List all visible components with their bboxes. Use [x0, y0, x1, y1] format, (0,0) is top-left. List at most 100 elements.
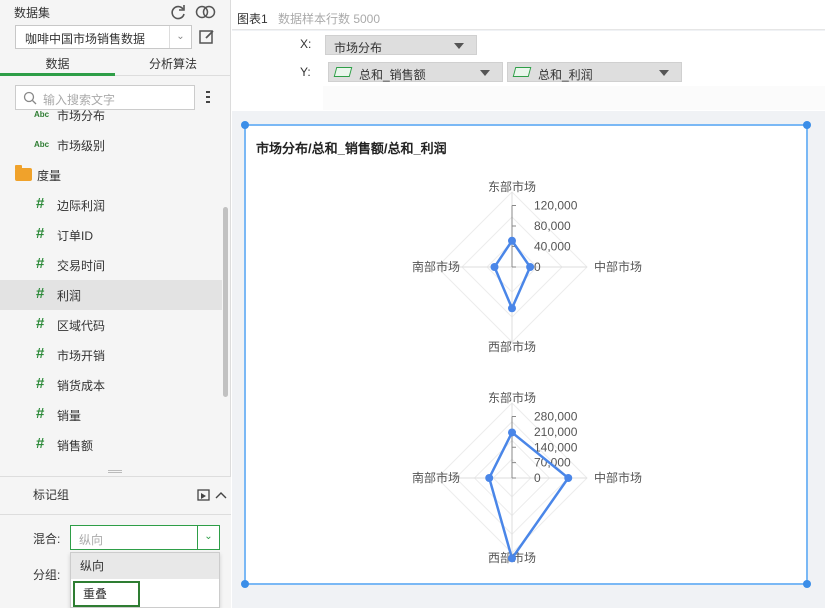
- dataset-value: 咖啡中国市场销售数据: [25, 32, 146, 46]
- radar-category-label: 南部市场: [412, 470, 460, 485]
- field-label: 销售额: [57, 439, 94, 453]
- chart-canvas[interactable]: 市场分布/总和_销售额/总和_利润 0 40,000 80,000 120,000 东部…: [241, 121, 811, 588]
- measure-hash-icon: #: [36, 405, 45, 422]
- radar-tick-label: 40,000: [534, 240, 571, 254]
- radar-data-point: [508, 304, 516, 313]
- search-icon: [23, 91, 37, 105]
- radar-data-point: [508, 236, 516, 245]
- field-item[interactable]: # 市场开销: [0, 340, 222, 370]
- field-item[interactable]: # 交易时间: [0, 250, 222, 280]
- field-item-selected[interactable]: # 利润: [0, 280, 222, 310]
- radar-data-point: [485, 474, 494, 482]
- resize-handle[interactable]: [108, 470, 122, 473]
- radar-tick-label: 0: [534, 471, 541, 485]
- field-item[interactable]: # 销量: [0, 400, 222, 430]
- measure-folder[interactable]: 度量: [0, 160, 222, 190]
- refresh-icon[interactable]: [169, 3, 187, 21]
- tab-algorithms[interactable]: 分析算法: [115, 53, 231, 76]
- field-tree: Abc 市场分布 Abc 市场级别 度量 # 边际利润 # 订单ID # 交易时间 # 利润…: [0, 105, 222, 465]
- x-axis-dropzone[interactable]: 市场分布: [323, 34, 708, 56]
- field-item[interactable]: # 订单ID: [0, 220, 222, 250]
- panel-tabs: 数据 分析算法: [0, 53, 231, 76]
- chart-header: 图表1 数据样本行数 5000: [232, 0, 825, 30]
- resize-handle[interactable]: [241, 580, 249, 588]
- y-field-label: 总和_销售额: [359, 68, 426, 82]
- tree-scrollbar[interactable]: [223, 207, 228, 397]
- y-field-label: 总和_利润: [538, 68, 593, 82]
- field-label: 销量: [57, 409, 82, 423]
- mix-select[interactable]: 纵向 ⌄: [70, 525, 220, 550]
- mix-dropdown: 纵向 重叠: [70, 552, 220, 608]
- field-label: 利润: [57, 289, 82, 303]
- field-item[interactable]: Abc 市场级别: [0, 130, 222, 160]
- radar-tick-label: 280,000: [534, 410, 578, 424]
- radar-marker-icon: [512, 67, 532, 77]
- field-item[interactable]: # 边际利润: [0, 190, 222, 220]
- folder-icon: [15, 165, 32, 181]
- field-label: 销货成本: [57, 379, 106, 393]
- radar-category-label: 东部市场: [488, 179, 536, 194]
- axis-config: X: 市场分布 Y: 总和_销售额 总和_利润: [232, 31, 825, 111]
- y-field-pill[interactable]: 总和_利润: [507, 62, 682, 82]
- radar-data-point: [508, 428, 516, 437]
- measure-hash-icon: #: [36, 285, 45, 302]
- x-field-label: 市场分布: [334, 41, 383, 55]
- y-field-pill[interactable]: 总和_销售额: [328, 62, 503, 82]
- radar-tick-label: 70,000: [534, 456, 571, 470]
- radar-data-point: [508, 554, 516, 563]
- sample-count: 数据样本行数 5000: [278, 12, 381, 26]
- field-label: 市场分布: [57, 109, 106, 123]
- tag-icon[interactable]: [197, 489, 211, 501]
- divider: [0, 514, 231, 515]
- folder-label: 度量: [37, 169, 62, 183]
- mark-group-title: 标记组: [33, 488, 70, 502]
- field-label: 市场开销: [57, 349, 106, 363]
- field-label: 市场级别: [57, 139, 106, 153]
- measure-hash-icon: #: [36, 375, 45, 392]
- radar-tick-label: 210,000: [534, 425, 578, 439]
- edit-icon[interactable]: [198, 28, 216, 46]
- x-field-pill[interactable]: 市场分布: [325, 35, 477, 55]
- radar-tick-label: 140,000: [534, 440, 578, 454]
- radar-charts: 040,00080,000120,000东部市场中部市场西部市场南部市场070,…: [412, 179, 642, 565]
- radar-tick-label: 80,000: [534, 219, 571, 233]
- measure-hash-icon: #: [36, 195, 45, 212]
- dataset-label: 数据集: [14, 6, 51, 20]
- dataset-header: 数据集: [0, 0, 231, 24]
- field-item[interactable]: # 销货成本: [0, 370, 222, 400]
- chevron-down-icon[interactable]: ⌄: [169, 26, 191, 48]
- dropdown-option-overlap[interactable]: 重叠: [73, 581, 140, 607]
- more-menu-icon[interactable]: [204, 90, 212, 104]
- field-item[interactable]: # 区域代码: [0, 310, 222, 340]
- field-item[interactable]: # 销售额: [0, 430, 222, 460]
- caret-down-icon[interactable]: [480, 70, 490, 76]
- dimension-badge: Abc: [34, 140, 50, 149]
- group-label: 分组:: [33, 568, 61, 582]
- radar-data-point: [526, 263, 535, 271]
- caret-down-icon[interactable]: [659, 70, 669, 76]
- field-label: 边际利润: [57, 199, 106, 213]
- field-item[interactable]: Abc 市场分布: [0, 105, 222, 130]
- radar-category-label: 南部市场: [412, 259, 460, 274]
- field-label: 区域代码: [57, 319, 106, 333]
- field-label: 订单ID: [57, 229, 94, 243]
- mix-value: 纵向: [79, 533, 104, 547]
- y-axis-extra-row: [323, 86, 825, 110]
- dropdown-option-vertical[interactable]: 纵向: [71, 553, 219, 579]
- measure-hash-icon: #: [36, 255, 45, 272]
- radar-tick-label: 0: [534, 260, 541, 274]
- measure-hash-icon: #: [36, 345, 45, 362]
- field-label: 交易时间: [57, 259, 106, 273]
- chevron-up-icon[interactable]: [215, 491, 227, 499]
- link-dataset-icon[interactable]: [195, 4, 217, 20]
- tab-data[interactable]: 数据: [0, 53, 115, 76]
- resize-handle[interactable]: [803, 580, 811, 588]
- y-axis-dropzone[interactable]: 总和_销售额 总和_利润: [323, 61, 825, 83]
- chart-editor: 图表1 数据样本行数 5000 X: 市场分布 Y: 总和_销售额 总和_利润: [232, 0, 825, 608]
- measure-hash-icon: #: [36, 315, 45, 332]
- radar-data-point: [490, 263, 499, 271]
- chevron-down-icon[interactable]: ⌄: [197, 526, 219, 549]
- radar-tick-label: 120,000: [534, 199, 578, 213]
- caret-down-icon[interactable]: [454, 43, 464, 49]
- dataset-select[interactable]: 咖啡中国市场销售数据 ⌄: [15, 25, 192, 49]
